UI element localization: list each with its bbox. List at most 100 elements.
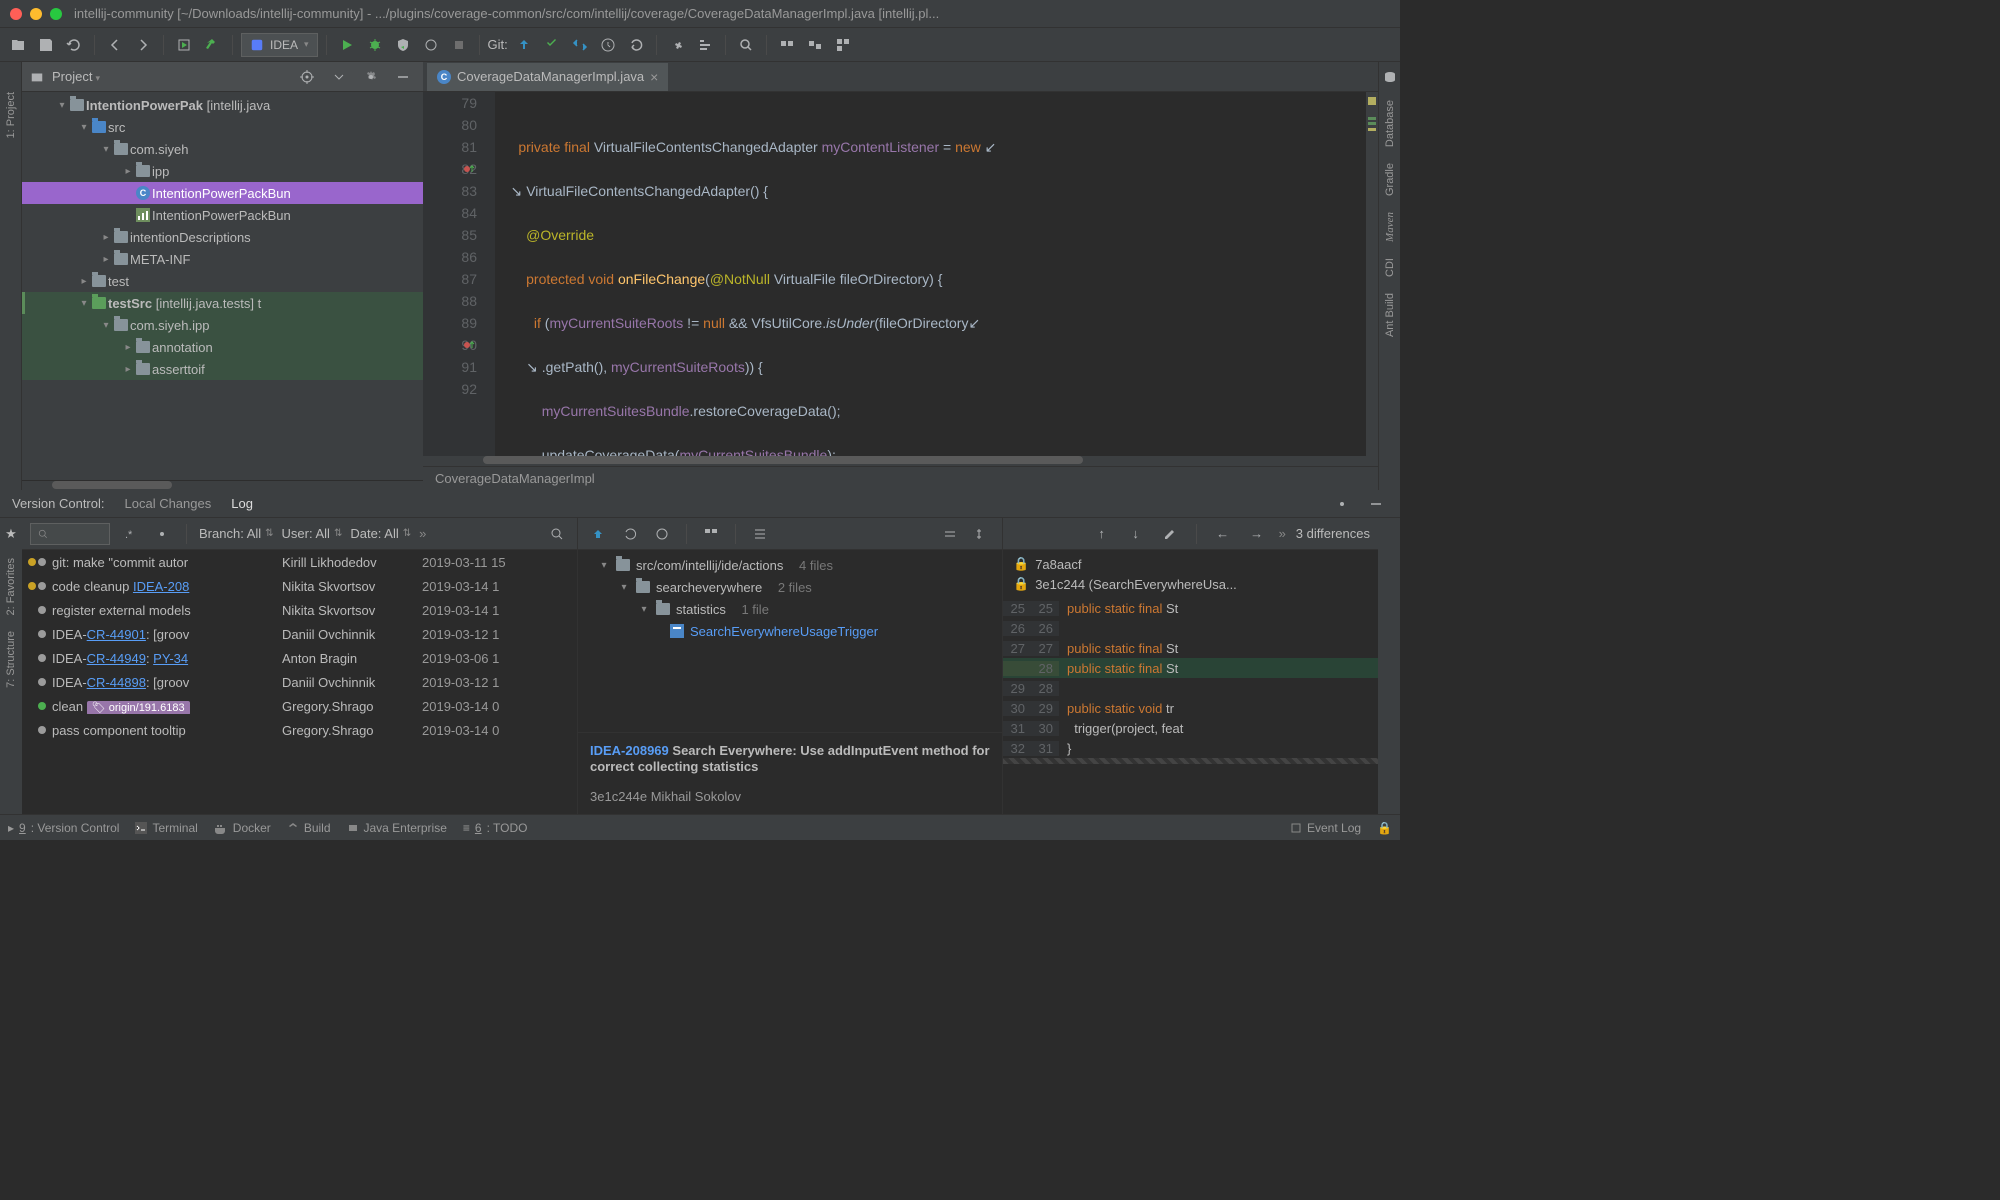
- status-javaee[interactable]: Java Enterprise: [347, 821, 447, 835]
- status-bar: ▸ 9: 9: Version ControlVersion Control T…: [0, 814, 1400, 840]
- git-history-icon[interactable]: [596, 33, 620, 57]
- status-build[interactable]: Build: [287, 821, 331, 835]
- user-filter[interactable]: User: All: [282, 526, 343, 541]
- debug-icon[interactable]: [363, 33, 387, 57]
- changed-files-tree[interactable]: ▾src/com/intellij/ide/actions 4 files ▾s…: [578, 550, 1002, 732]
- close-window-button[interactable]: [10, 8, 22, 20]
- editor-tab-active[interactable]: C CoverageDataManagerImpl.java ×: [427, 63, 668, 91]
- gear-icon[interactable]: [359, 65, 383, 89]
- run-icon[interactable]: [335, 33, 359, 57]
- history-icon[interactable]: [650, 522, 674, 546]
- error-stripe[interactable]: [1366, 92, 1378, 456]
- favorites-tool-button[interactable]: 2: Favorites: [5, 558, 17, 615]
- project-scrollbar[interactable]: [22, 480, 423, 490]
- status-lock-icon[interactable]: 🔒: [1377, 821, 1392, 835]
- date-filter[interactable]: Date: All: [350, 526, 411, 541]
- profile-icon[interactable]: [419, 33, 443, 57]
- structure-tool-button[interactable]: 7: Structure: [5, 631, 17, 688]
- svg-text:.*: .*: [125, 529, 133, 541]
- diff-hashes: 🔒7a8aacf 🔒3e1c244 (SearchEverywhereUsa..…: [1003, 550, 1378, 598]
- git-compare-icon[interactable]: [568, 33, 592, 57]
- diff-viewer[interactable]: 2525public static final public static fi…: [1003, 598, 1378, 814]
- project-tool-button[interactable]: 1: Project: [5, 92, 17, 138]
- right-bottom-rail: [1378, 518, 1400, 814]
- regex-icon[interactable]: .*: [118, 522, 142, 546]
- ant-tool-button[interactable]: Ant Build: [1384, 293, 1396, 337]
- override-up-icon[interactable]: [463, 163, 475, 175]
- expand-icon[interactable]: [970, 522, 994, 546]
- override-up-icon[interactable]: [463, 339, 475, 351]
- warnings-indicator[interactable]: [1368, 97, 1376, 105]
- locate-icon[interactable]: [295, 65, 319, 89]
- revert-icon[interactable]: [618, 522, 642, 546]
- cdi-tool-button[interactable]: CDI: [1384, 258, 1396, 277]
- maven-tool-button[interactable]: Maven: [1384, 212, 1396, 242]
- next-diff-icon[interactable]: ↓: [1124, 522, 1148, 546]
- hide-icon[interactable]: [1364, 492, 1388, 516]
- collapse-icon[interactable]: [938, 522, 962, 546]
- status-todo[interactable]: ≡ 6: TODO: [463, 821, 528, 835]
- vcs-tab-log[interactable]: Log: [231, 496, 253, 511]
- git-revert-icon[interactable]: [624, 33, 648, 57]
- commit-row: IDEA-CR-44949: PY-34Anton Bragin2019-03-…: [22, 646, 577, 670]
- status-docker[interactable]: Docker: [214, 821, 271, 835]
- cherry-pick-icon[interactable]: [586, 522, 610, 546]
- window-title: intellij-community [~/Downloads/intellij…: [74, 6, 939, 21]
- window-controls: [10, 8, 62, 20]
- edit-icon[interactable]: [1158, 522, 1182, 546]
- log-search-input[interactable]: [30, 523, 110, 545]
- project-view-dropdown[interactable]: Project: [52, 69, 287, 84]
- project-tree[interactable]: ▾IntentionPowerPak [intellij.java ▾src ▾…: [22, 92, 423, 480]
- build-icon[interactable]: [172, 33, 196, 57]
- editor-breadcrumb[interactable]: CoverageDataManagerImpl: [423, 466, 1378, 490]
- editor-hscroll[interactable]: [423, 456, 1378, 466]
- status-eventlog[interactable]: Event Log: [1290, 821, 1361, 835]
- diff-count: 3 differences: [1296, 526, 1370, 541]
- close-tab-icon[interactable]: ×: [650, 69, 658, 85]
- prev-diff-icon[interactable]: ↑: [1090, 522, 1114, 546]
- ide-tool-icon2[interactable]: [803, 33, 827, 57]
- vcs-title: Version Control:: [12, 496, 105, 511]
- stop-icon[interactable]: [447, 33, 471, 57]
- vcs-tab-local[interactable]: Local Changes: [125, 496, 212, 511]
- status-vcs[interactable]: ▸ 9: 9: Version ControlVersion Control: [8, 821, 119, 835]
- commit-row: IDEA-CR-44898: [groovDaniil Ovchinnik201…: [22, 670, 577, 694]
- commit-row: register external modelsNikita Skvortsov…: [22, 598, 577, 622]
- database-tool-button[interactable]: Database: [1384, 100, 1396, 147]
- filter-gear-icon[interactable]: [150, 522, 174, 546]
- save-icon[interactable]: [34, 33, 58, 57]
- minimize-window-button[interactable]: [30, 8, 42, 20]
- open-file-icon[interactable]: [6, 33, 30, 57]
- forward-icon[interactable]: [131, 33, 155, 57]
- search-icon[interactable]: [545, 522, 569, 546]
- hammer-icon[interactable]: [200, 33, 224, 57]
- hide-icon[interactable]: [391, 65, 415, 89]
- commit-log[interactable]: git: make "commit autorKirill Likhodedov…: [22, 550, 577, 742]
- structure-icon[interactable]: [693, 33, 717, 57]
- maximize-window-button[interactable]: [50, 8, 62, 20]
- gradle-tool-button[interactable]: Gradle: [1384, 163, 1396, 196]
- status-terminal[interactable]: Terminal: [135, 821, 197, 835]
- back-icon[interactable]: ←: [1211, 522, 1235, 546]
- git-update-icon[interactable]: [512, 33, 536, 57]
- ide-tool-icon3[interactable]: [831, 33, 855, 57]
- settings-icon[interactable]: [665, 33, 689, 57]
- editor-gutter[interactable]: 79 80 81 82 83 84 85 86 87 88 89 90 91 9…: [423, 92, 495, 456]
- code-editor[interactable]: 79 80 81 82 83 84 85 86 87 88 89 90 91 9…: [423, 92, 1378, 456]
- branch-filter[interactable]: Branch: All: [199, 526, 274, 541]
- search-icon[interactable]: [734, 33, 758, 57]
- run-config-dropdown[interactable]: IDEA ▾: [241, 33, 318, 57]
- gear-icon[interactable]: [1330, 492, 1354, 516]
- ide-tool-icon[interactable]: [775, 33, 799, 57]
- commit-row: pass component tooltipGregory.Shrago2019…: [22, 718, 577, 742]
- back-icon[interactable]: [103, 33, 127, 57]
- forward-icon[interactable]: →: [1245, 522, 1269, 546]
- vcs-log-toolbar: .* Branch: All User: All Date: All »: [22, 518, 577, 550]
- expand-icon[interactable]: [327, 65, 351, 89]
- group-icon[interactable]: [699, 522, 723, 546]
- git-commit-icon[interactable]: [540, 33, 564, 57]
- coverage-icon[interactable]: [391, 33, 415, 57]
- db-icon[interactable]: [1383, 70, 1397, 84]
- refresh-icon[interactable]: [62, 33, 86, 57]
- expand-all-icon[interactable]: [748, 522, 772, 546]
